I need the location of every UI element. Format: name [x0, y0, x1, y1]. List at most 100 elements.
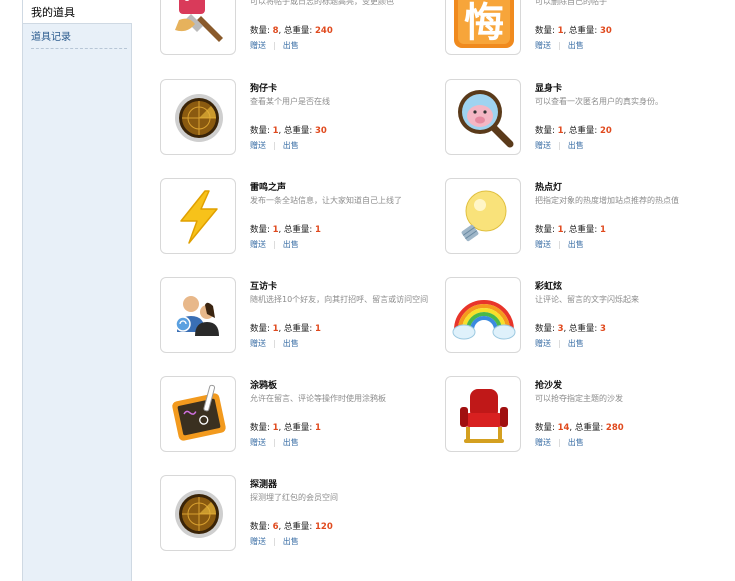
- sell-link[interactable]: 出售: [283, 141, 299, 150]
- action-separator: |: [273, 41, 276, 50]
- gift-link[interactable]: 赠送: [535, 438, 551, 447]
- sidebar-divider: [31, 48, 127, 49]
- action-separator: |: [558, 240, 561, 249]
- total-value: 1: [314, 423, 321, 433]
- prop-actions: 赠送 | 出售: [250, 140, 299, 151]
- prop-item-rainbow: 彩虹炫 让评论、留言的文字闪烁起来 数量: 3, 总重量: 3 赠送 | 出售: [445, 277, 705, 353]
- sell-link[interactable]: 出售: [283, 240, 299, 249]
- total-label: 总重量:: [283, 225, 315, 235]
- gift-link[interactable]: 赠送: [250, 240, 266, 249]
- sell-link[interactable]: 出售: [568, 41, 584, 50]
- action-separator: |: [273, 240, 276, 249]
- prop-item-doodle: 涂鸦板 允许在留言、评论等操作时使用涂鸦板 数量: 1, 总重量: 1 赠送 | 出…: [160, 376, 420, 452]
- prop-description: 随机选择10个好友，向其打招呼、留言或访问空间: [250, 295, 429, 304]
- prop-thumbnail[interactable]: [445, 79, 521, 155]
- quantity-label: 数量:: [535, 423, 558, 433]
- prop-description: 查看某个用户是否在线: [250, 97, 330, 106]
- sell-link[interactable]: 出售: [568, 438, 584, 447]
- sidebar-item-prop-records[interactable]: 道具记录: [31, 28, 71, 43]
- total-label: 总重量:: [283, 522, 315, 532]
- prop-item-thunder: 雷鸣之声 发布一条全站信息，让大家知道自己上线了 数量: 1, 总重量: 1 赠…: [160, 178, 420, 254]
- magnifier-pig-icon: [458, 90, 514, 148]
- total-value: 120: [314, 522, 333, 532]
- gift-link[interactable]: 赠送: [250, 41, 266, 50]
- action-separator: |: [273, 141, 276, 150]
- prop-actions: 赠送 | 出售: [250, 536, 299, 547]
- radar-icon: [175, 94, 223, 142]
- sell-link[interactable]: 出售: [283, 339, 299, 348]
- total-label: 总重量:: [568, 26, 600, 36]
- prop-actions: 赠送 | 出售: [535, 338, 584, 349]
- gift-link[interactable]: 赠送: [535, 240, 551, 249]
- total-label: 总重量:: [574, 423, 606, 433]
- prop-thumbnail[interactable]: [445, 178, 521, 254]
- prop-item-hotspot: 热点灯 把指定对象的热度增加站点推荐的热点值 数量: 1, 总重量: 1 赠送 |…: [445, 178, 705, 254]
- sell-link[interactable]: 出售: [568, 240, 584, 249]
- quantity-value: 14: [557, 423, 570, 433]
- total-value: 1: [314, 225, 321, 235]
- prop-thumbnail[interactable]: [445, 376, 521, 452]
- action-separator: |: [558, 438, 561, 447]
- gift-link[interactable]: 赠送: [535, 141, 551, 150]
- sidebar-item-my-props[interactable]: 我的道具: [23, 0, 132, 24]
- sell-link[interactable]: 出售: [283, 537, 299, 546]
- gift-link[interactable]: 赠送: [250, 141, 266, 150]
- prop-description: 可以抢夺指定主题的沙发: [535, 394, 623, 403]
- prop-counts: 数量: 1, 总重量: 1: [535, 223, 606, 235]
- prop-counts: 数量: 1, 总重量: 30: [535, 24, 612, 36]
- paint-brush-icon: [175, 0, 223, 42]
- gift-link[interactable]: 赠送: [250, 339, 266, 348]
- gift-link[interactable]: 赠送: [250, 438, 266, 447]
- prop-counts: 数量: 14, 总重量: 280: [535, 421, 624, 433]
- total-value: 30: [314, 126, 327, 136]
- friends-icon: [175, 296, 219, 336]
- prop-thumbnail[interactable]: [445, 277, 521, 353]
- prop-description: 可以删除自己的帖子: [535, 0, 607, 6]
- total-label: 总重量:: [568, 126, 600, 136]
- sell-link[interactable]: 出售: [283, 41, 299, 50]
- gift-link[interactable]: 赠送: [535, 339, 551, 348]
- quantity-label: 数量:: [250, 26, 273, 36]
- prop-description: 把指定对象的热度增加站点推荐的热点值: [535, 196, 679, 205]
- prop-description: 可以查看一次匿名用户的真实身份。: [535, 97, 663, 106]
- total-label: 总重量:: [283, 423, 315, 433]
- prop-thumbnail[interactable]: [160, 79, 236, 155]
- quantity-label: 数量:: [535, 126, 558, 136]
- total-value: 1: [599, 225, 606, 235]
- prop-thumbnail[interactable]: 悔: [445, 0, 521, 55]
- prop-thumbnail[interactable]: [160, 178, 236, 254]
- prop-description: 可以将帖子或日志的标题高亮，变更颜色: [250, 0, 394, 6]
- action-separator: |: [273, 339, 276, 348]
- gift-link[interactable]: 赠送: [535, 41, 551, 50]
- prop-actions: 赠送 | 出售: [535, 239, 584, 250]
- prop-thumbnail[interactable]: [160, 376, 236, 452]
- light-bulb-icon: [461, 190, 507, 242]
- prop-thumbnail[interactable]: [160, 277, 236, 353]
- total-label: 总重量:: [283, 26, 315, 36]
- action-separator: |: [558, 339, 561, 348]
- prop-item-detector: 探测器 探测埋了红包的会员空间 数量: 6, 总重量: 120 赠送 | 出售: [160, 475, 420, 551]
- regret-card-icon: 悔: [454, 0, 514, 48]
- prop-name: 涂鸦板: [250, 381, 278, 391]
- total-value: 20: [599, 126, 612, 136]
- prop-counts: 数量: 1, 总重量: 30: [250, 124, 327, 136]
- quantity-label: 数量:: [250, 522, 273, 532]
- prop-counts: 数量: 1, 总重量: 1: [250, 322, 321, 334]
- total-value: 1: [314, 324, 321, 334]
- prop-thumbnail[interactable]: [160, 0, 236, 55]
- red-chair-icon: [460, 389, 508, 443]
- quantity-label: 数量:: [535, 26, 558, 36]
- sell-link[interactable]: 出售: [568, 141, 584, 150]
- prop-actions: 赠送 | 出售: [250, 239, 299, 250]
- action-separator: |: [558, 41, 561, 50]
- sell-link[interactable]: 出售: [568, 339, 584, 348]
- prop-name: 热点灯: [535, 183, 563, 193]
- prop-description: 探测埋了红包的会员空间: [250, 493, 338, 502]
- gift-link[interactable]: 赠送: [250, 537, 266, 546]
- prop-name: 狗仔卡: [250, 84, 278, 94]
- prop-counts: 数量: 1, 总重量: 1: [250, 223, 321, 235]
- prop-thumbnail[interactable]: [160, 475, 236, 551]
- total-value: 3: [599, 324, 606, 334]
- sell-link[interactable]: 出售: [283, 438, 299, 447]
- prop-counts: 数量: 1, 总重量: 1: [250, 421, 321, 433]
